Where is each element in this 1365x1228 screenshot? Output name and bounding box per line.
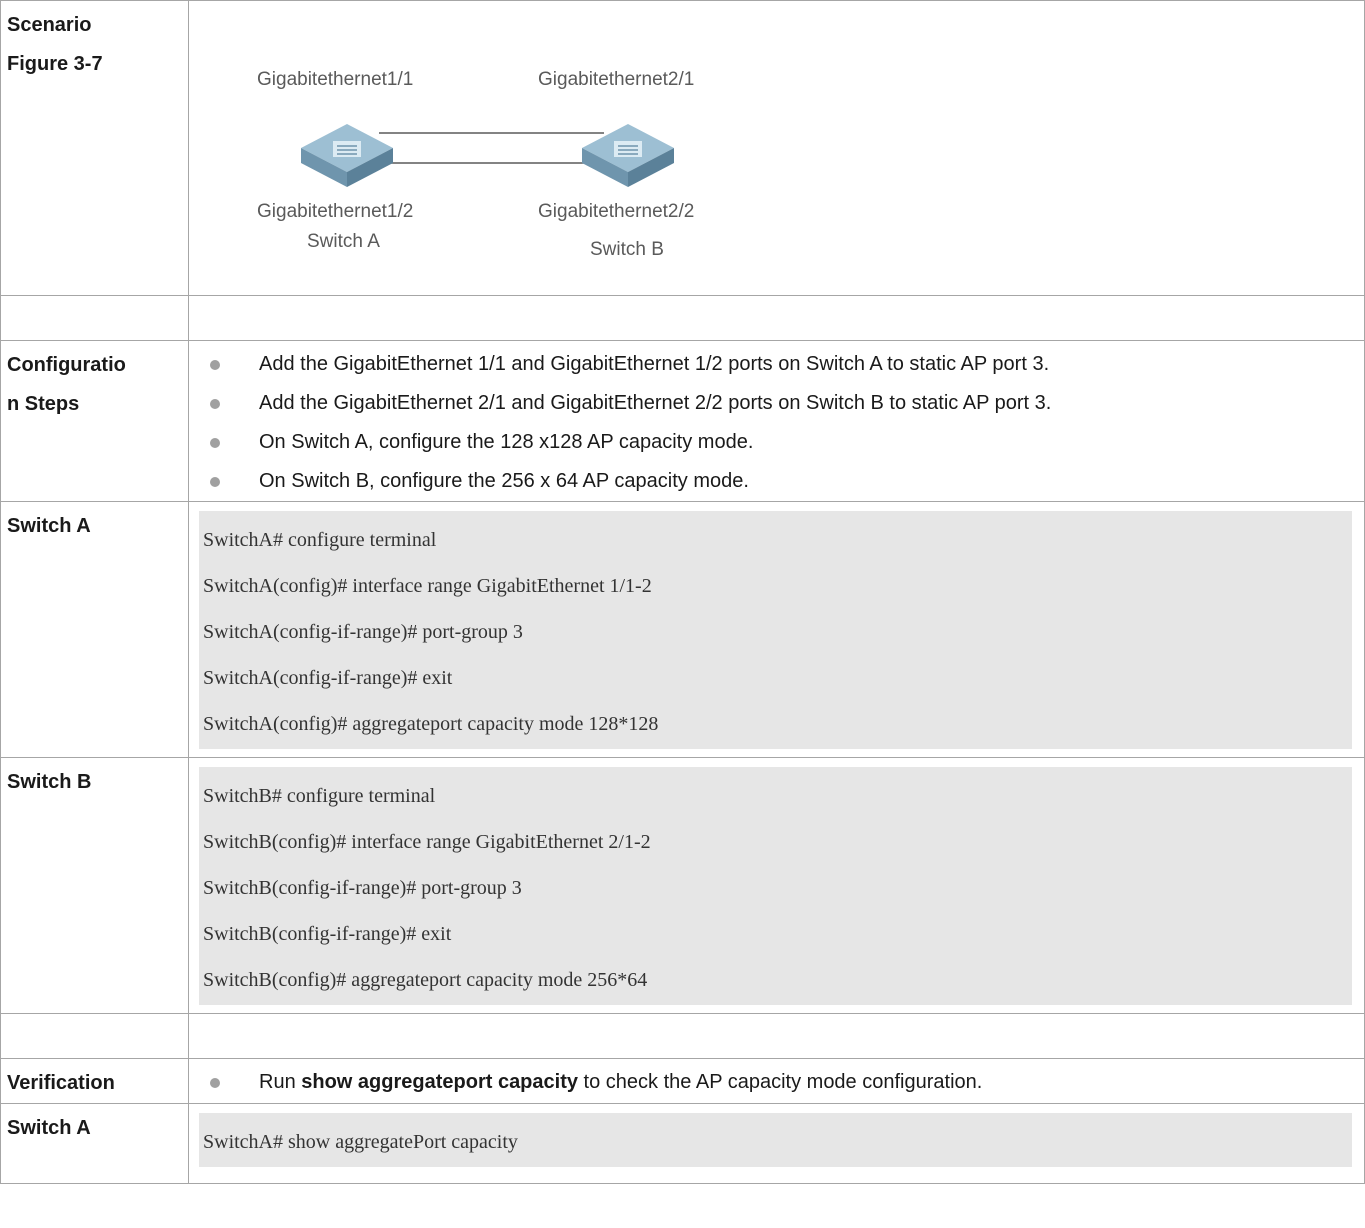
verification-row: Verification Run show aggregateport capa… <box>0 1058 1365 1104</box>
code-line: SwitchB(config)# aggregateport capacity … <box>203 969 648 991</box>
code-line: SwitchA# show aggregatePort capacity <box>203 1131 518 1153</box>
switch-a-code-cell: SwitchA# configure terminal SwitchA(conf… <box>188 501 1365 758</box>
list-item: On Switch B, configure the 256 x 64 AP c… <box>189 462 1364 501</box>
spacer-row-1 <box>0 295 1365 341</box>
topology-diagram <box>301 124 674 187</box>
switch-a-label-cell: Switch A <box>0 501 189 758</box>
verification-label-cell: Verification <box>0 1058 189 1104</box>
bullet-icon <box>210 360 220 370</box>
configuration-label-line1: Configuratio <box>7 354 126 376</box>
spacer-cell-right <box>188 295 1365 341</box>
figure-label: Figure 3-7 <box>7 53 103 75</box>
code-line: SwitchB(config-if-range)# exit <box>203 923 452 945</box>
verification-item: Run show aggregateport capacity to check… <box>189 1063 1364 1102</box>
switch-a-verify-row: Switch A SwitchA# show aggregatePort cap… <box>0 1103 1365 1184</box>
scenario-figure-cell: Gigabitethernet1/1 Gigabitethernet2/1 Gi… <box>188 0 1365 296</box>
switch-b-label-cell: Switch B <box>0 757 189 1014</box>
port-label-gi2-1: Gigabitethernet2/1 <box>538 69 695 90</box>
spacer-row-2 <box>0 1013 1365 1059</box>
switch-b-name: Switch B <box>590 239 664 260</box>
switch-a-name: Switch A <box>307 231 380 252</box>
switch-b-code-block: SwitchB# configure terminal SwitchB(conf… <box>199 767 1352 1005</box>
scenario-label-cell: Scenario Figure 3-7 <box>0 0 189 296</box>
switch-b-config-row: Switch B SwitchB# configure terminal Swi… <box>0 757 1365 1014</box>
configuration-label-line2: n Steps <box>7 393 80 415</box>
configuration-steps-label-cell: Configuratio n Steps <box>0 340 189 502</box>
spacer-cell-left <box>0 1013 189 1059</box>
code-line: SwitchA(config)# interface range Gigabit… <box>203 575 652 597</box>
port-label-gi1-1: Gigabitethernet1/1 <box>257 69 414 90</box>
scenario-label: Scenario <box>7 14 92 36</box>
configuration-example-table: Scenario Figure 3-7 Gigabitethernet1/1 G… <box>0 0 1365 1184</box>
code-line: SwitchA(config)# aggregateport capacity … <box>203 713 659 735</box>
verification-command: show aggregateport capacity <box>301 1071 578 1093</box>
list-item: Add the GigabitEthernet 2/1 and GigabitE… <box>189 384 1364 423</box>
code-line: SwitchA(config-if-range)# exit <box>203 667 453 689</box>
step-text: Add the GigabitEthernet 2/1 and GigabitE… <box>259 392 1052 414</box>
code-line: SwitchB# configure terminal <box>203 785 436 807</box>
step-text: Add the GigabitEthernet 1/1 and GigabitE… <box>259 353 1050 375</box>
switch-a-verify-label-cell: Switch A <box>0 1103 189 1184</box>
configuration-steps-row: Configuratio n Steps Add the GigabitEthe… <box>0 340 1365 502</box>
configuration-steps-cell: Add the GigabitEthernet 1/1 and GigabitE… <box>188 340 1365 502</box>
switch-b-code-cell: SwitchB# configure terminal SwitchB(conf… <box>188 757 1365 1014</box>
verification-cell: Run show aggregateport capacity to check… <box>188 1058 1365 1104</box>
port-label-gi1-2: Gigabitethernet1/2 <box>257 201 414 222</box>
code-line: SwitchB(config-if-range)# port-group 3 <box>203 877 522 899</box>
verification-text-after: to check the AP capacity mode configurat… <box>578 1071 983 1093</box>
spacer-cell-left <box>0 295 189 341</box>
scenario-row: Scenario Figure 3-7 Gigabitethernet1/1 G… <box>0 0 1365 296</box>
code-line: SwitchA(config-if-range)# port-group 3 <box>203 621 523 643</box>
topology-figure: Gigabitethernet1/1 Gigabitethernet2/1 Gi… <box>189 1 1364 295</box>
bullet-icon <box>210 438 220 448</box>
bullet-icon <box>210 477 220 487</box>
step-text: On Switch A, configure the 128 x128 AP c… <box>259 431 754 453</box>
configuration-steps-list: Add the GigabitEthernet 1/1 and GigabitE… <box>189 345 1364 501</box>
code-line: SwitchB(config)# interface range Gigabit… <box>203 831 651 853</box>
list-item: On Switch A, configure the 128 x128 AP c… <box>189 423 1364 462</box>
spacer-cell-right <box>188 1013 1365 1059</box>
switch-a-verify-label: Switch A <box>7 1117 91 1139</box>
verification-label: Verification <box>7 1072 115 1094</box>
code-line: SwitchA# configure terminal <box>203 529 437 551</box>
verification-text-before: Run <box>259 1071 302 1093</box>
port-label-gi2-2: Gigabitethernet2/2 <box>538 201 695 222</box>
switch-a-verify-code-block: SwitchA# show aggregatePort capacity <box>199 1113 1352 1167</box>
bullet-icon <box>210 399 220 409</box>
switch-b-label: Switch B <box>7 771 92 793</box>
step-text: On Switch B, configure the 256 x 64 AP c… <box>259 470 749 492</box>
switch-a-config-row: Switch A SwitchA# configure terminal Swi… <box>0 501 1365 758</box>
switch-a-label: Switch A <box>7 515 91 537</box>
list-item: Add the GigabitEthernet 1/1 and GigabitE… <box>189 345 1364 384</box>
bullet-icon <box>210 1078 220 1088</box>
switch-a-verify-code-cell: SwitchA# show aggregatePort capacity <box>188 1103 1365 1184</box>
switch-a-code-block: SwitchA# configure terminal SwitchA(conf… <box>199 511 1352 749</box>
